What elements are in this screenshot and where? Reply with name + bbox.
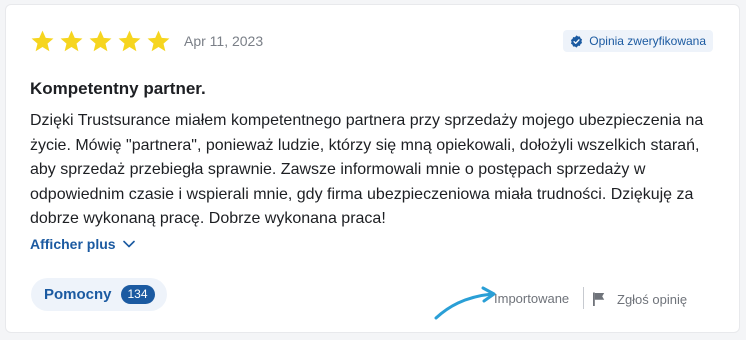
helpful-count-badge: 134 [120, 285, 155, 304]
helpful-button[interactable]: Pomocny 134 [31, 278, 167, 311]
helpful-label: Pomocny [44, 286, 112, 303]
star-icon [89, 30, 112, 52]
review-body: Dzięki Trustsurance miałem kompetentnego… [30, 112, 704, 227]
review-date: Apr 11, 2023 [184, 33, 264, 49]
star-rating [30, 29, 171, 54]
footer-divider [583, 287, 584, 309]
star-icon [118, 30, 141, 52]
show-more-label: Afficher plus [30, 236, 116, 252]
star-icon [31, 30, 54, 52]
verified-badge-icon [571, 34, 583, 48]
imported-label: Importowane [494, 291, 570, 306]
review-title: Kompetentny partner. [30, 79, 206, 98]
star-icon [60, 30, 83, 52]
report-review-label: Zgłoś opinię [617, 291, 688, 307]
star-icon [147, 30, 170, 52]
verified-badge: Opinia zweryfikowana [563, 30, 713, 52]
chevron-down-icon [122, 240, 135, 248]
review-card: Apr 11, 2023 Opinia zweryfikowana Kompet… [5, 4, 740, 333]
flag-icon [593, 292, 605, 306]
show-more-button[interactable]: Afficher plus [30, 236, 135, 252]
report-review-button[interactable]: Zgłoś opinię [591, 291, 687, 307]
verified-label: Opinia zweryfikowana [589, 34, 706, 48]
